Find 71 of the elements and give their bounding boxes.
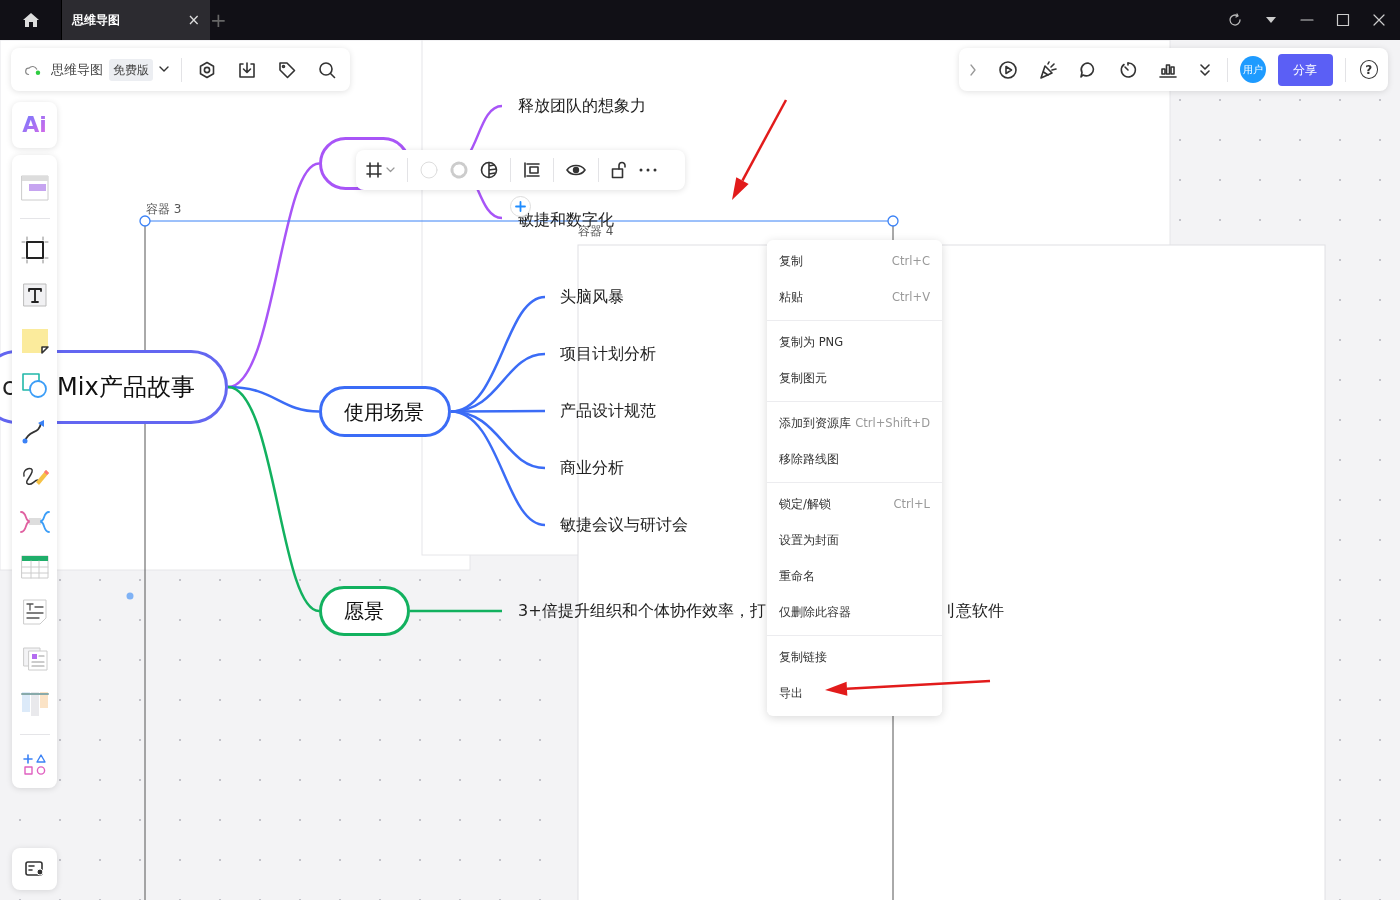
menu-item[interactable]: 重命名 bbox=[767, 559, 942, 595]
unlock-icon[interactable] bbox=[611, 161, 627, 179]
eye-icon[interactable] bbox=[566, 163, 586, 177]
chevron-right-icon[interactable] bbox=[969, 63, 977, 76]
menu-item[interactable]: 仅删除此容器 bbox=[767, 595, 942, 631]
menu-item[interactable]: 复制链接 bbox=[767, 640, 942, 676]
shortcut-text: Ctrl+L bbox=[893, 496, 930, 514]
topic-node: 愿景 bbox=[319, 586, 410, 636]
topic-node: 使用场景 bbox=[319, 386, 451, 437]
menu-item[interactable]: 移除路线图 bbox=[767, 442, 942, 478]
refresh-icon[interactable] bbox=[1228, 13, 1242, 27]
topic-text: 商业分析 bbox=[560, 460, 624, 476]
play-icon[interactable] bbox=[999, 60, 1017, 79]
menu-item[interactable]: 复制图元 bbox=[767, 361, 942, 397]
maximize-icon[interactable] bbox=[1336, 13, 1350, 27]
frame-icon[interactable] bbox=[20, 235, 49, 264]
topic-text: 刂意软件 bbox=[940, 603, 1004, 619]
plus-icon bbox=[515, 201, 526, 212]
topic-text: 头脑风暴 bbox=[560, 289, 624, 305]
home-icon[interactable] bbox=[21, 12, 40, 28]
sticky-note-icon[interactable] bbox=[19, 326, 50, 355]
menu-item[interactable]: 设置为封面 bbox=[767, 523, 942, 559]
fill-color-icon[interactable] bbox=[420, 161, 438, 179]
map-icon[interactable] bbox=[24, 861, 45, 877]
align-icon[interactable] bbox=[523, 161, 541, 179]
anchor-dot bbox=[126, 592, 134, 600]
frame-icon[interactable] bbox=[366, 162, 382, 178]
tab-title: 思维导图 bbox=[72, 12, 120, 29]
border-color-icon[interactable] bbox=[450, 161, 468, 179]
double-chevron-down-icon[interactable] bbox=[1199, 62, 1211, 77]
topic-text: 产品设计规范 bbox=[560, 403, 656, 419]
more-icon[interactable] bbox=[639, 168, 657, 172]
shortcut-text: Ctrl+Shift+D bbox=[855, 415, 930, 433]
caret-icon bbox=[386, 167, 395, 173]
tab-close-button[interactable]: × bbox=[187, 8, 200, 32]
search-icon[interactable] bbox=[318, 60, 336, 79]
plan-badge: 免费版 bbox=[109, 58, 154, 81]
tag-icon[interactable] bbox=[278, 60, 296, 79]
topic-text: 3+倍提升组织和个体协作效率，打 bbox=[518, 603, 766, 619]
bar-chart-icon[interactable] bbox=[1159, 61, 1177, 78]
window-tab[interactable]: 思维导图 × bbox=[62, 0, 210, 40]
document-icon[interactable] bbox=[20, 598, 49, 627]
container-label: 容器 3 bbox=[146, 203, 182, 215]
topic-text: 敏捷会议与研讨会 bbox=[560, 517, 688, 533]
topic-text: 释放团队的想象力 bbox=[518, 98, 646, 114]
topic-text: 项目计划分析 bbox=[560, 346, 656, 362]
document-title[interactable]: 思维导图 bbox=[51, 59, 104, 80]
cloud-icon[interactable] bbox=[25, 63, 42, 76]
shortcut-text: Ctrl+C bbox=[891, 253, 930, 271]
settings-icon[interactable] bbox=[198, 60, 216, 79]
menu-item[interactable]: 锁定/解锁 Ctrl+L bbox=[767, 487, 942, 523]
menu-item[interactable]: 添加到资源库 Ctrl+Shift+D bbox=[767, 406, 942, 442]
frame-menu-button[interactable] bbox=[366, 162, 395, 178]
shapes-icon[interactable] bbox=[22, 753, 47, 778]
menu-item[interactable]: 复制 Ctrl+C bbox=[767, 244, 942, 280]
shortcut-text: Ctrl+V bbox=[892, 289, 930, 307]
menu-item[interactable]: 粘贴 Ctrl+V bbox=[767, 280, 942, 316]
comment-icon[interactable] bbox=[1079, 60, 1097, 79]
download-icon[interactable] bbox=[238, 60, 256, 79]
text-tool-icon[interactable] bbox=[20, 281, 49, 310]
menu-item[interactable]: 导出 bbox=[767, 676, 942, 712]
timer-icon[interactable] bbox=[1119, 60, 1137, 79]
table-icon[interactable] bbox=[19, 553, 50, 582]
menu-item[interactable]: 复制为 PNG bbox=[767, 325, 942, 361]
shape-icon[interactable] bbox=[20, 371, 49, 400]
close-icon[interactable] bbox=[1372, 13, 1386, 27]
chevron-down-icon[interactable] bbox=[159, 66, 170, 73]
help-button[interactable]: ? bbox=[1359, 60, 1378, 79]
party-popper-icon[interactable] bbox=[1039, 60, 1057, 79]
opacity-icon[interactable] bbox=[480, 161, 498, 179]
share-button[interactable]: 分享 bbox=[1278, 53, 1333, 86]
